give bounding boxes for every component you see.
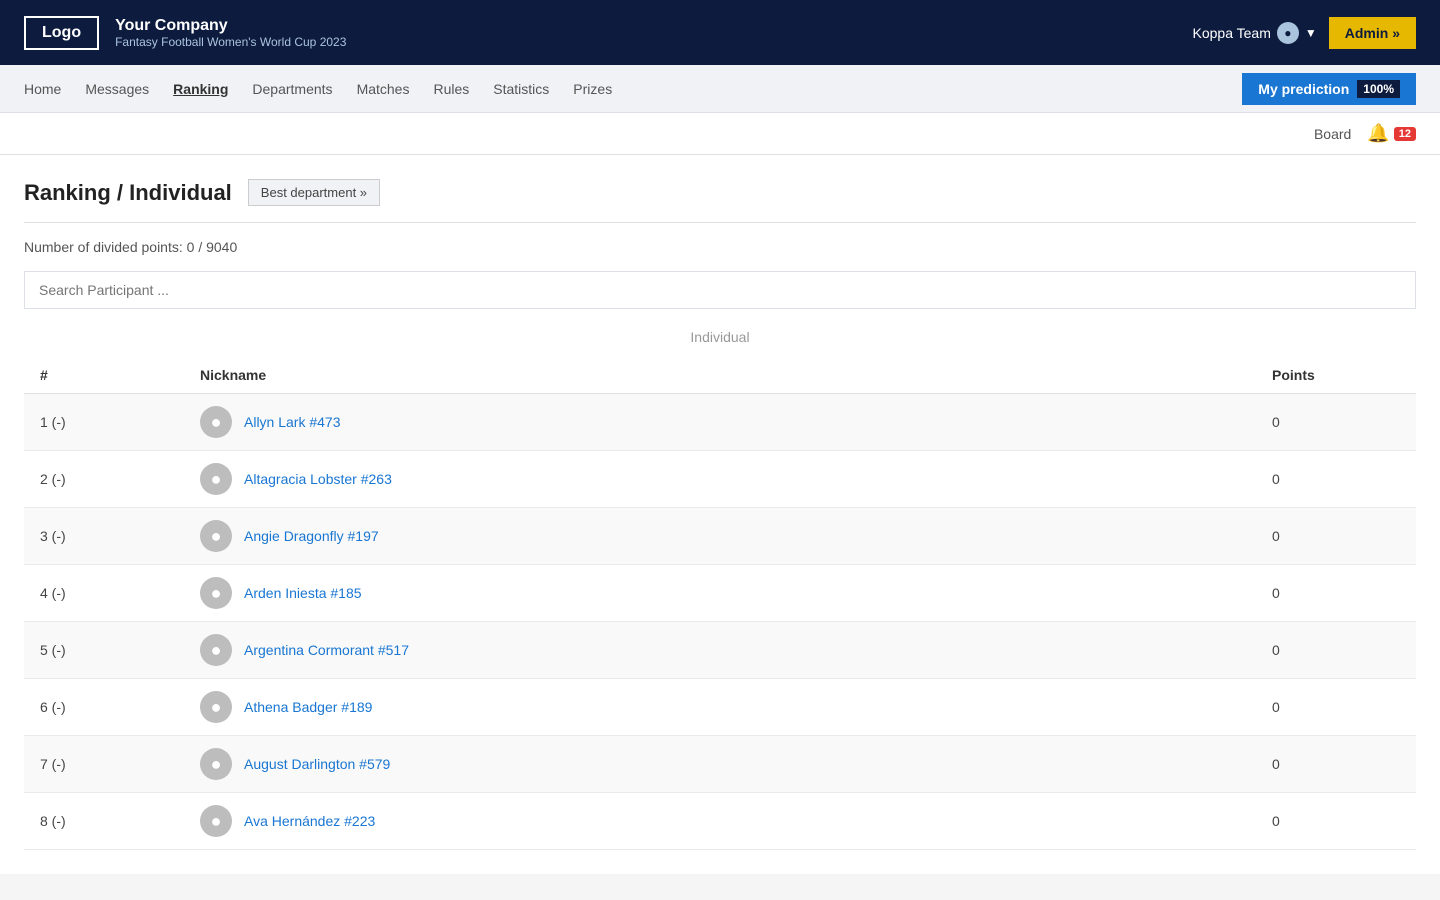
table-row: 3 (-) ● Angie Dragonfly #197 0: [24, 508, 1416, 565]
nav-rules[interactable]: Rules: [433, 77, 469, 101]
points-cell: 0: [1256, 679, 1416, 736]
nickname-cell: ● Ava Hernández #223: [184, 793, 1256, 850]
points-cell: 0: [1256, 565, 1416, 622]
nickname-cell: ● Argentina Cormorant #517: [184, 622, 1256, 679]
nav-right: My prediction 100%: [1242, 73, 1416, 105]
prediction-badge: 100%: [1357, 80, 1400, 98]
logo: Logo: [24, 16, 99, 50]
page-title-row: Ranking / Individual Best department »: [24, 179, 1416, 206]
navigation: Home Messages Ranking Departments Matche…: [0, 65, 1440, 113]
rank-cell: 4 (-): [24, 565, 184, 622]
col-points: Points: [1256, 357, 1416, 394]
table-row: 8 (-) ● Ava Hernández #223 0: [24, 793, 1416, 850]
points-cell: 0: [1256, 451, 1416, 508]
nickname-cell: ● Arden Iniesta #185: [184, 565, 1256, 622]
rank-cell: 7 (-): [24, 736, 184, 793]
chevron-down-icon: ▼: [1305, 26, 1317, 40]
points-cell: 0: [1256, 394, 1416, 451]
ranking-table: # Nickname Points 1 (-) ● Allyn Lark #47…: [24, 357, 1416, 850]
rank-cell: 5 (-): [24, 622, 184, 679]
table-row: 7 (-) ● August Darlington #579 0: [24, 736, 1416, 793]
nickname-link[interactable]: August Darlington #579: [244, 756, 390, 772]
nickname-link[interactable]: Argentina Cormorant #517: [244, 642, 409, 658]
header-left: Logo Your Company Fantasy Football Women…: [24, 16, 346, 50]
nickname-link[interactable]: Altagracia Lobster #263: [244, 471, 392, 487]
nav-ranking[interactable]: Ranking: [173, 77, 228, 101]
points-cell: 0: [1256, 736, 1416, 793]
table-row: 6 (-) ● Athena Badger #189 0: [24, 679, 1416, 736]
nickname-link[interactable]: Angie Dragonfly #197: [244, 528, 379, 544]
admin-button[interactable]: Admin »: [1329, 17, 1416, 49]
header: Logo Your Company Fantasy Football Women…: [0, 0, 1440, 65]
header-right: Koppa Team ● ▼ Admin »: [1193, 17, 1416, 49]
avatar: ●: [200, 463, 232, 495]
page-title: Ranking / Individual: [24, 180, 232, 206]
nickname-cell: ● Angie Dragonfly #197: [184, 508, 1256, 565]
nav-links: Home Messages Ranking Departments Matche…: [24, 77, 612, 101]
user-icon: ●: [1277, 22, 1299, 44]
divider: [24, 222, 1416, 223]
rank-cell: 1 (-): [24, 394, 184, 451]
bell-icon: 🔔: [1367, 123, 1389, 144]
avatar: ●: [200, 406, 232, 438]
nickname-link[interactable]: Athena Badger #189: [244, 699, 372, 715]
nickname-link[interactable]: Ava Hernández #223: [244, 813, 375, 829]
nickname-cell: ● Allyn Lark #473: [184, 394, 1256, 451]
board-link[interactable]: Board: [1314, 126, 1351, 142]
best-department-button[interactable]: Best department »: [248, 179, 380, 206]
col-nickname: Nickname: [184, 357, 1256, 394]
table-row: 4 (-) ● Arden Iniesta #185 0: [24, 565, 1416, 622]
points-cell: 0: [1256, 508, 1416, 565]
points-info: Number of divided points: 0 / 9040: [24, 239, 1416, 255]
nav-prizes[interactable]: Prizes: [573, 77, 612, 101]
nav-departments[interactable]: Departments: [252, 77, 332, 101]
notifications-button[interactable]: 🔔 12: [1367, 123, 1416, 144]
avatar: ●: [200, 577, 232, 609]
nav-messages[interactable]: Messages: [85, 77, 149, 101]
avatar: ●: [200, 634, 232, 666]
avatar: ●: [200, 748, 232, 780]
nav-statistics[interactable]: Statistics: [493, 77, 549, 101]
notification-count-badge: 12: [1394, 127, 1416, 141]
rank-cell: 8 (-): [24, 793, 184, 850]
company-name: Your Company: [115, 17, 346, 35]
table-row: 5 (-) ● Argentina Cormorant #517 0: [24, 622, 1416, 679]
company-info: Your Company Fantasy Football Women's Wo…: [115, 17, 346, 49]
points-cell: 0: [1256, 793, 1416, 850]
nickname-link[interactable]: Allyn Lark #473: [244, 414, 341, 430]
my-prediction-label: My prediction: [1258, 81, 1349, 97]
company-subtitle: Fantasy Football Women's World Cup 2023: [115, 35, 346, 49]
avatar: ●: [200, 691, 232, 723]
nickname-cell: ● Altagracia Lobster #263: [184, 451, 1256, 508]
tab-individual: Individual: [24, 329, 1416, 345]
main-content: Ranking / Individual Best department » N…: [0, 155, 1440, 874]
my-prediction-button[interactable]: My prediction 100%: [1242, 73, 1416, 105]
table-row: 2 (-) ● Altagracia Lobster #263 0: [24, 451, 1416, 508]
nav-home[interactable]: Home: [24, 77, 61, 101]
nickname-link[interactable]: Arden Iniesta #185: [244, 585, 362, 601]
koppa-team-label: Koppa Team ● ▼: [1193, 22, 1317, 44]
points-cell: 0: [1256, 622, 1416, 679]
rank-cell: 6 (-): [24, 679, 184, 736]
search-input[interactable]: [24, 271, 1416, 309]
rank-cell: 3 (-): [24, 508, 184, 565]
avatar: ●: [200, 520, 232, 552]
avatar: ●: [200, 805, 232, 837]
col-rank: #: [24, 357, 184, 394]
board-bar: Board 🔔 12: [0, 113, 1440, 155]
rank-cell: 2 (-): [24, 451, 184, 508]
table-header-row: # Nickname Points: [24, 357, 1416, 394]
nickname-cell: ● August Darlington #579: [184, 736, 1256, 793]
table-row: 1 (-) ● Allyn Lark #473 0: [24, 394, 1416, 451]
nickname-cell: ● Athena Badger #189: [184, 679, 1256, 736]
nav-matches[interactable]: Matches: [357, 77, 410, 101]
